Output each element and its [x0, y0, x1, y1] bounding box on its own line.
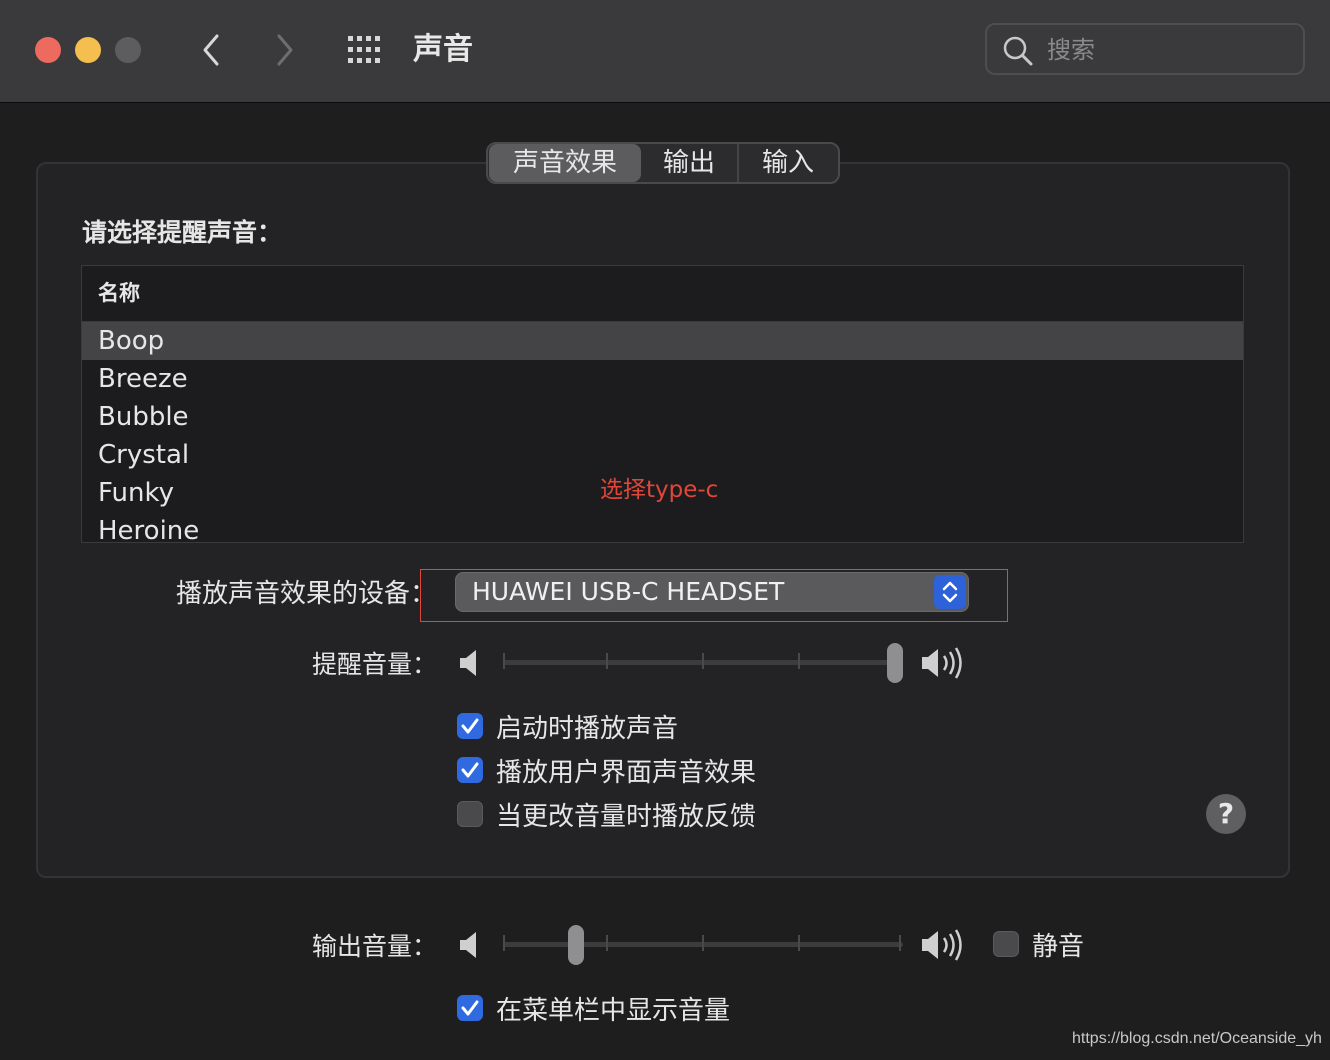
slider-knob[interactable]	[568, 925, 584, 965]
alert-sound-label: 请选择提醒声音：	[82, 218, 283, 247]
search-placeholder: 搜索	[1047, 36, 1095, 64]
back-button[interactable]	[193, 28, 229, 72]
alert-volume-slider[interactable]	[503, 643, 903, 683]
slider-knob[interactable]	[887, 643, 903, 683]
tab-input[interactable]: 输入	[739, 144, 837, 182]
table-header-name[interactable]: 名称	[82, 266, 1243, 322]
alert-volume-label: 提醒音量：	[312, 650, 438, 679]
window-title: 声音	[413, 32, 473, 67]
tab-bar: 声音效果 输出 输入	[486, 142, 840, 184]
play-feedback-checkbox[interactable]	[457, 801, 483, 827]
watermark-text: https://blog.csdn.net/Oceanside_yh	[1072, 1030, 1322, 1047]
output-device-label: 播放声音效果的设备：	[176, 579, 437, 609]
mute-checkbox[interactable]	[993, 931, 1019, 957]
popup-arrows-icon	[934, 575, 966, 609]
show-volume-in-menubar-checkbox[interactable]	[457, 995, 483, 1021]
output-volume-label: 输出音量：	[312, 932, 438, 961]
show-volume-in-menubar-label: 在菜单栏中显示音量	[496, 996, 731, 1026]
speaker-high-icon	[922, 929, 962, 961]
play-startup-sound-label: 启动时播放声音	[496, 714, 679, 744]
output-device-value: HUAWEI USB-C HEADSET	[472, 577, 785, 606]
grid-icon	[348, 36, 380, 63]
speaker-low-icon	[460, 650, 476, 676]
speaker-low-icon	[460, 932, 476, 958]
zoom-window-button[interactable]	[115, 37, 141, 63]
checkmark-icon	[461, 1000, 479, 1016]
table-row[interactable]: Crystal	[82, 436, 1243, 474]
annotation-text: 选择type-c	[600, 477, 719, 503]
search-icon	[1003, 36, 1033, 66]
help-button[interactable]: ?	[1206, 794, 1246, 834]
table-row[interactable]: Boop	[82, 322, 1243, 360]
title-bar: 声音 搜索	[0, 0, 1330, 103]
checkmark-icon	[461, 762, 479, 778]
forward-button[interactable]	[267, 28, 303, 72]
system-preferences-window: 声音 搜索 声音效果 输出 输入 请选择提醒声音： 名称 Boop Breeze…	[0, 0, 1330, 1060]
tab-sound-effects[interactable]: 声音效果	[489, 144, 641, 182]
tab-output[interactable]: 输出	[641, 144, 739, 182]
search-field[interactable]: 搜索	[985, 23, 1305, 75]
table-row[interactable]: Breeze	[82, 360, 1243, 398]
table-row[interactable]: Bubble	[82, 398, 1243, 436]
output-volume-slider[interactable]	[503, 925, 903, 965]
output-device-popup[interactable]: HUAWEI USB-C HEADSET	[455, 572, 969, 612]
table-row[interactable]: Heroine	[82, 512, 1243, 542]
close-window-button[interactable]	[35, 37, 61, 63]
mute-label: 静音	[1032, 932, 1085, 962]
play-feedback-label: 当更改音量时播放反馈	[496, 802, 757, 832]
checkmark-icon	[461, 718, 479, 734]
minimize-window-button[interactable]	[75, 37, 101, 63]
chevron-right-icon	[277, 34, 293, 66]
play-ui-sound-effects-checkbox[interactable]	[457, 757, 483, 783]
show-all-button[interactable]	[346, 34, 386, 66]
play-startup-sound-checkbox[interactable]	[457, 713, 483, 739]
play-ui-sound-effects-label: 播放用户界面声音效果	[496, 758, 757, 788]
speaker-high-icon	[922, 647, 962, 679]
chevron-left-icon	[203, 34, 219, 66]
